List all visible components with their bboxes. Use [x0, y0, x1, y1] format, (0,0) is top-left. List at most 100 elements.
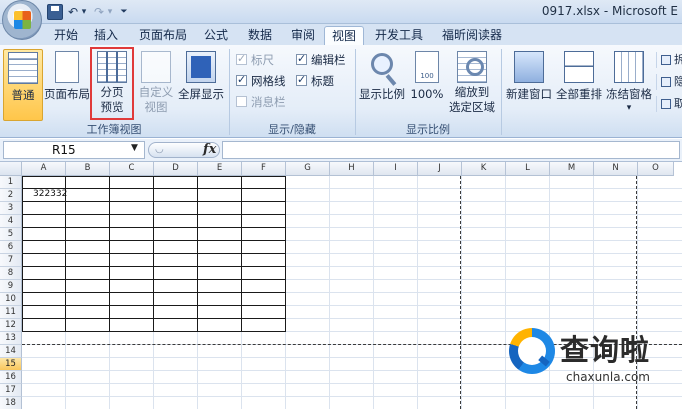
row-header-5[interactable]: 5: [0, 228, 22, 241]
hide-window-icon: [661, 77, 671, 87]
name-box-dropdown-icon[interactable]: ▼: [131, 143, 138, 153]
row-header-6[interactable]: 6: [0, 241, 22, 254]
ribbon: 普通 页面布局 分页 预览 自定义 视图 全屏显示 工作簿视图 标尺 编辑栏 网…: [0, 45, 682, 138]
table-border-vertical: [285, 176, 286, 332]
column-header-n[interactable]: N: [594, 162, 638, 176]
tab-foxit-reader[interactable]: 福昕阅读器: [436, 26, 508, 46]
row-header-16[interactable]: 16: [0, 371, 22, 384]
full-screen-icon: [186, 51, 216, 83]
resize-handle-icon[interactable]: ◡: [155, 144, 164, 155]
row-header-3[interactable]: 3: [0, 202, 22, 215]
split-button[interactable]: 拆: [656, 52, 682, 68]
ruler-checkbox[interactable]: 标尺: [236, 51, 274, 68]
column-header-g[interactable]: G: [286, 162, 330, 176]
zoom-label: 显示比例: [359, 87, 405, 101]
message-bar-check-icon: [236, 96, 247, 107]
table-border-vertical: [109, 176, 110, 332]
table-border-horizontal: [22, 292, 286, 293]
page-layout-label: 页面布局: [44, 87, 90, 101]
tab-view[interactable]: 视图: [324, 26, 364, 46]
full-screen-label: 全屏显示: [178, 87, 224, 101]
page-layout-view-button[interactable]: 页面布局: [44, 49, 90, 121]
gridlines-checkbox[interactable]: 网格线: [236, 72, 286, 89]
tab-data[interactable]: 数据: [241, 26, 279, 46]
redo-icon[interactable]: ↷: [92, 4, 106, 20]
insert-function-icon[interactable]: fx: [203, 142, 216, 157]
row-header-13[interactable]: 13: [0, 332, 22, 345]
group-label-zoom: 显示比例: [406, 123, 450, 136]
full-screen-button[interactable]: 全屏显示: [176, 49, 226, 121]
ruler-label: 标尺: [251, 53, 274, 67]
headings-checkbox[interactable]: 标题: [296, 72, 334, 89]
unhide-window-button[interactable]: 取: [656, 96, 682, 112]
column-header-f[interactable]: F: [242, 162, 286, 176]
row-header-9[interactable]: 9: [0, 280, 22, 293]
zoom-button[interactable]: 显示比例: [357, 49, 407, 121]
normal-view-button[interactable]: 普通: [3, 49, 43, 121]
customize-quick-access-icon[interactable]: ⏷: [118, 4, 130, 20]
table-border-horizontal: [22, 279, 286, 280]
column-header-m[interactable]: M: [550, 162, 594, 176]
column-header-h[interactable]: H: [330, 162, 374, 176]
column-header-a[interactable]: A: [22, 162, 66, 176]
hide-window-button[interactable]: 隐: [656, 74, 682, 90]
undo-dropdown-icon[interactable]: ▾: [80, 4, 88, 20]
tab-review[interactable]: 审阅: [284, 26, 322, 46]
row-header-4[interactable]: 4: [0, 215, 22, 228]
name-box[interactable]: R15: [3, 141, 145, 159]
watermark-text: 查询啦: [560, 333, 651, 367]
formula-controls: ◡ fx: [148, 142, 220, 158]
row-header-18[interactable]: 18: [0, 397, 22, 409]
message-bar-checkbox[interactable]: 消息栏: [236, 94, 286, 110]
tab-formulas[interactable]: 公式: [197, 26, 235, 46]
column-header-d[interactable]: D: [154, 162, 198, 176]
column-header-b[interactable]: B: [66, 162, 110, 176]
column-header-e[interactable]: E: [198, 162, 242, 176]
tab-developer[interactable]: 开发工具: [370, 26, 428, 46]
formula-bar-checkbox[interactable]: 编辑栏: [296, 51, 346, 68]
row-header-14[interactable]: 14: [0, 345, 22, 358]
column-header-i[interactable]: I: [374, 162, 418, 176]
row-header-17[interactable]: 17: [0, 384, 22, 397]
custom-views-label-line2: 视图: [144, 100, 168, 114]
select-all-corner[interactable]: [0, 162, 22, 176]
table-border-horizontal: [22, 176, 286, 177]
redo-dropdown-icon[interactable]: ▾: [106, 4, 114, 20]
cell-a2[interactable]: 322332: [33, 189, 67, 199]
custom-views-button[interactable]: 自定义 视图: [136, 49, 176, 121]
formula-input[interactable]: [222, 141, 680, 159]
save-icon[interactable]: [47, 4, 63, 20]
column-header-l[interactable]: L: [506, 162, 550, 176]
zoom-100-button[interactable]: 100%: [408, 49, 446, 121]
column-header-c[interactable]: C: [110, 162, 154, 176]
new-window-button[interactable]: 新建窗口: [504, 49, 554, 121]
column-header-o[interactable]: O: [638, 162, 674, 176]
freeze-panes-button[interactable]: 冻结窗格 ▾: [604, 49, 654, 121]
arrange-all-button[interactable]: 全部重排: [554, 49, 604, 121]
freeze-panes-icon: [614, 51, 644, 83]
undo-icon[interactable]: ↶: [66, 4, 80, 20]
row-header-1[interactable]: 1: [0, 176, 22, 189]
column-header-j[interactable]: J: [418, 162, 462, 176]
row-header-11[interactable]: 11: [0, 306, 22, 319]
freeze-panes-label: 冻结窗格: [606, 87, 652, 101]
table-border-horizontal: [22, 227, 286, 228]
office-button[interactable]: [2, 0, 42, 40]
page-break-vertical: [460, 176, 461, 409]
zoom-100-icon: [415, 51, 439, 83]
row-header-7[interactable]: 7: [0, 254, 22, 267]
formula-bar-label: 编辑栏: [311, 53, 346, 67]
zoom-to-selection-button[interactable]: 缩放到 选定区域: [446, 49, 498, 121]
row-header-10[interactable]: 10: [0, 293, 22, 306]
headings-label: 标题: [311, 74, 334, 88]
row-header-15[interactable]: 15: [0, 358, 22, 371]
row-header-12[interactable]: 12: [0, 319, 22, 332]
tab-insert[interactable]: 插入: [88, 26, 124, 46]
tab-page-layout[interactable]: 页面布局: [134, 26, 192, 46]
unhide-window-icon: [661, 99, 671, 109]
row-header-8[interactable]: 8: [0, 267, 22, 280]
tab-home[interactable]: 开始: [48, 26, 84, 46]
column-header-k[interactable]: K: [462, 162, 506, 176]
table-border-horizontal: [22, 305, 286, 306]
row-header-2[interactable]: 2: [0, 189, 22, 202]
